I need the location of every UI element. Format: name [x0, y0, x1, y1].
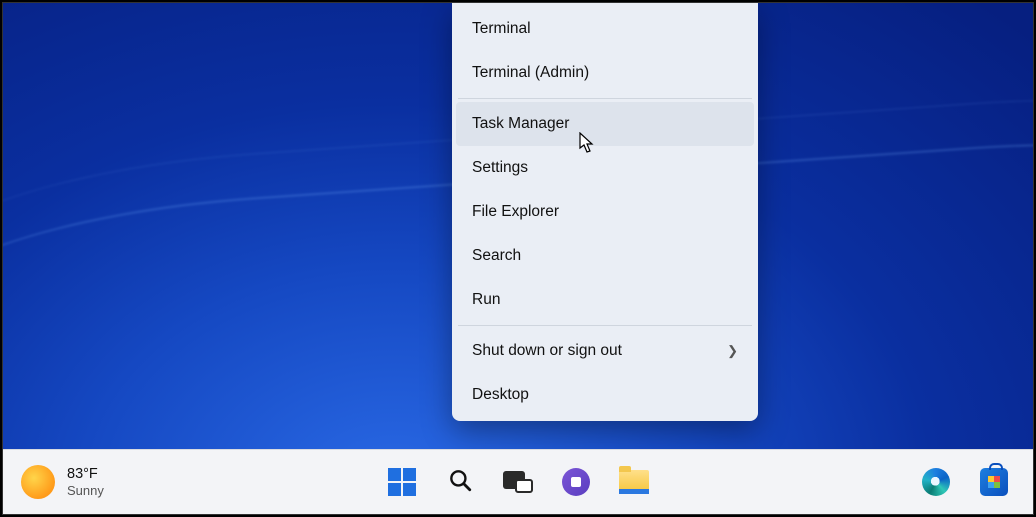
search-button[interactable] — [439, 461, 481, 503]
folder-icon — [619, 470, 649, 494]
menu-item-desktop[interactable]: Desktop — [456, 373, 754, 417]
desktop-wallpaper[interactable]: Terminal Terminal (Admin) Task Manager Sett… — [3, 3, 1033, 449]
search-icon — [447, 467, 473, 498]
menu-item-terminal-admin[interactable]: Terminal (Admin) — [456, 51, 754, 95]
microsoft-store-button[interactable] — [973, 461, 1015, 503]
edge-icon — [922, 468, 950, 496]
task-view-icon — [503, 471, 533, 493]
menu-item-label: File Explorer — [472, 203, 559, 221]
menu-item-label: Terminal — [472, 20, 531, 38]
menu-item-label: Terminal (Admin) — [472, 64, 589, 82]
store-icon — [980, 468, 1008, 496]
menu-item-label: Shut down or sign out — [472, 342, 622, 360]
menu-item-settings[interactable]: Settings — [456, 146, 754, 190]
menu-item-shut-down-or-sign-out[interactable]: Shut down or sign out ❯ — [456, 329, 754, 373]
menu-item-search[interactable]: Search — [456, 234, 754, 278]
menu-item-label: Run — [472, 291, 500, 309]
weather-temp: 83°F — [67, 466, 104, 483]
file-explorer-button[interactable] — [613, 461, 655, 503]
chat-button[interactable] — [555, 461, 597, 503]
taskbar-right — [915, 461, 1033, 503]
winx-context-menu: Terminal Terminal (Admin) Task Manager Sett… — [452, 3, 758, 421]
menu-item-run[interactable]: Run — [456, 278, 754, 322]
weather-widget[interactable]: 83°F Sunny — [3, 465, 104, 499]
menu-item-file-explorer[interactable]: File Explorer — [456, 190, 754, 234]
menu-item-task-manager[interactable]: Task Manager — [456, 102, 754, 146]
menu-item-label: Search — [472, 247, 521, 265]
menu-item-label: Desktop — [472, 386, 529, 404]
start-button[interactable] — [381, 461, 423, 503]
edge-button[interactable] — [915, 461, 957, 503]
task-view-button[interactable] — [497, 461, 539, 503]
chat-icon — [562, 468, 590, 496]
chevron-right-icon: ❯ — [727, 343, 738, 359]
menu-item-terminal[interactable]: Terminal — [456, 7, 754, 51]
sun-icon — [21, 465, 55, 499]
taskbar: 83°F Sunny — [3, 449, 1033, 514]
menu-separator — [458, 325, 752, 326]
menu-item-label: Task Manager — [472, 115, 569, 133]
menu-separator — [458, 98, 752, 99]
taskbar-center — [381, 461, 655, 503]
weather-condition: Sunny — [67, 483, 104, 499]
menu-item-label: Settings — [472, 159, 528, 177]
windows-logo-icon — [388, 468, 416, 496]
